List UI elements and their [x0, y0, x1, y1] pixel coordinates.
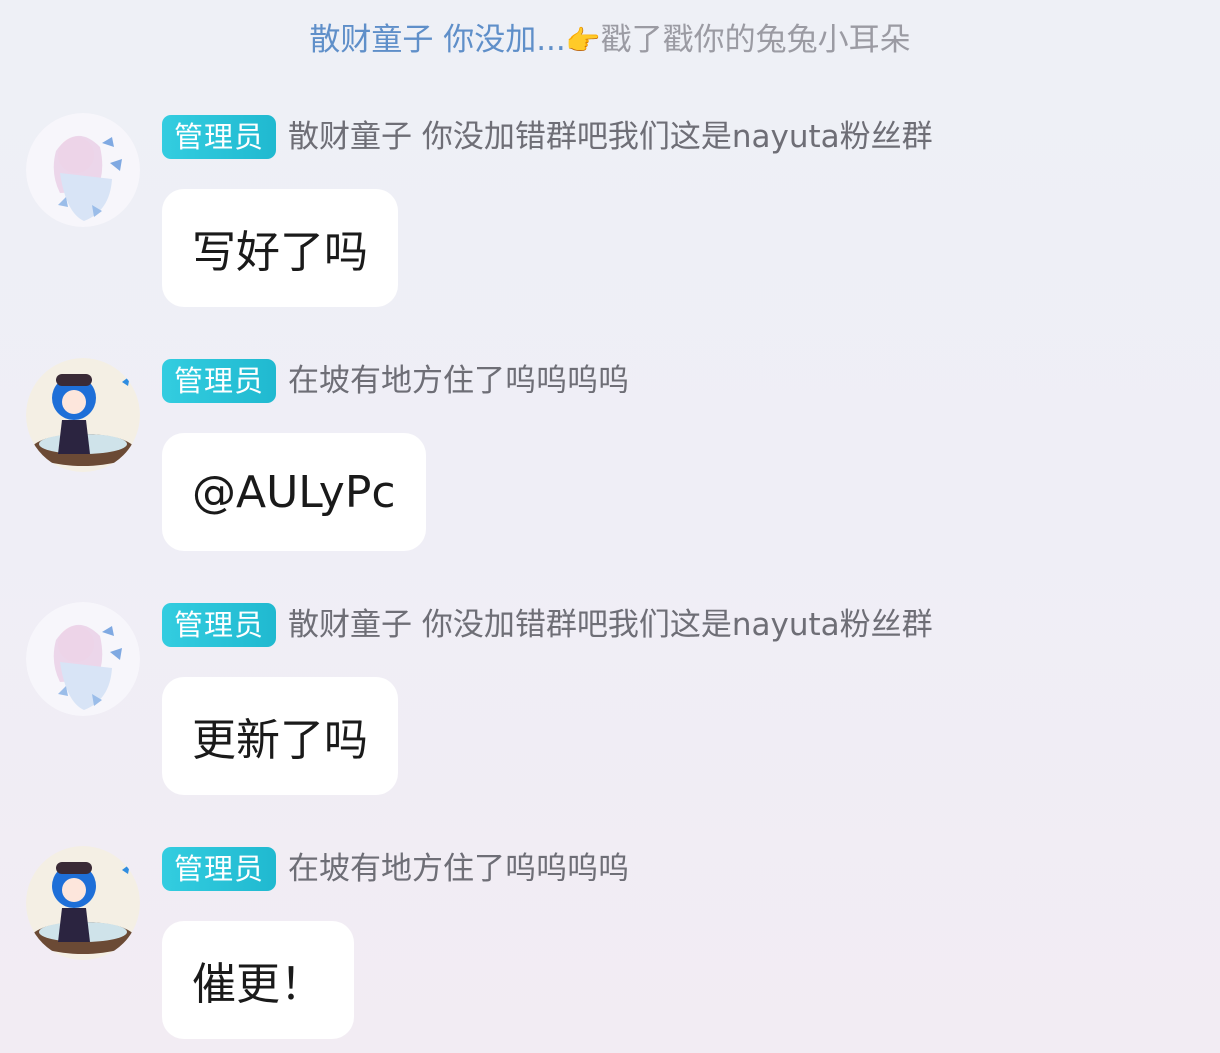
message-bubble[interactable]: 写好了吗 [162, 189, 398, 307]
message-bubble[interactable]: @AULyPc [162, 433, 426, 551]
sender-name[interactable]: 在坡有地方住了呜呜呜呜 [288, 847, 629, 891]
avatar-image [26, 358, 140, 472]
avatar-image [26, 113, 140, 227]
blue-haired-anime-avatar[interactable] [26, 358, 140, 472]
message-bubble[interactable]: 更新了吗 [162, 677, 398, 795]
poke-notice: 散财童子 你没加...👉戳了戳你的兔兔小耳朵 [0, 18, 1220, 63]
poke-action-text: 戳了戳你的兔兔小耳朵 [600, 22, 911, 58]
sender-name[interactable]: 散财童子 你没加错群吧我们这是nayuta粉丝群 [288, 115, 933, 159]
blue-haired-anime-avatar[interactable] [26, 846, 140, 960]
pointing-finger-icon: 👉 [565, 24, 601, 57]
poke-user-name[interactable]: 散财童子 你没加... [309, 22, 565, 58]
admin-badge: 管理员 [162, 847, 277, 891]
message-meta: 管理员 在坡有地方住了呜呜呜呜 [162, 847, 629, 891]
message-meta: 管理员 散财童子 你没加错群吧我们这是nayuta粉丝群 [162, 603, 933, 647]
message-meta: 管理员 散财童子 你没加错群吧我们这是nayuta粉丝群 [162, 115, 933, 159]
admin-badge: 管理员 [162, 603, 277, 647]
sender-name[interactable]: 散财童子 你没加错群吧我们这是nayuta粉丝群 [288, 603, 933, 647]
message-meta: 管理员 在坡有地方住了呜呜呜呜 [162, 359, 629, 403]
admin-badge: 管理员 [162, 115, 277, 159]
message-bubble[interactable]: 催更！ [162, 921, 354, 1039]
avatar-image [26, 846, 140, 960]
pink-haired-anime-avatar[interactable] [26, 602, 140, 716]
avatar-image [26, 602, 140, 716]
admin-badge: 管理员 [162, 359, 277, 403]
sender-name[interactable]: 在坡有地方住了呜呜呜呜 [288, 359, 629, 403]
pink-haired-anime-avatar[interactable] [26, 113, 140, 227]
